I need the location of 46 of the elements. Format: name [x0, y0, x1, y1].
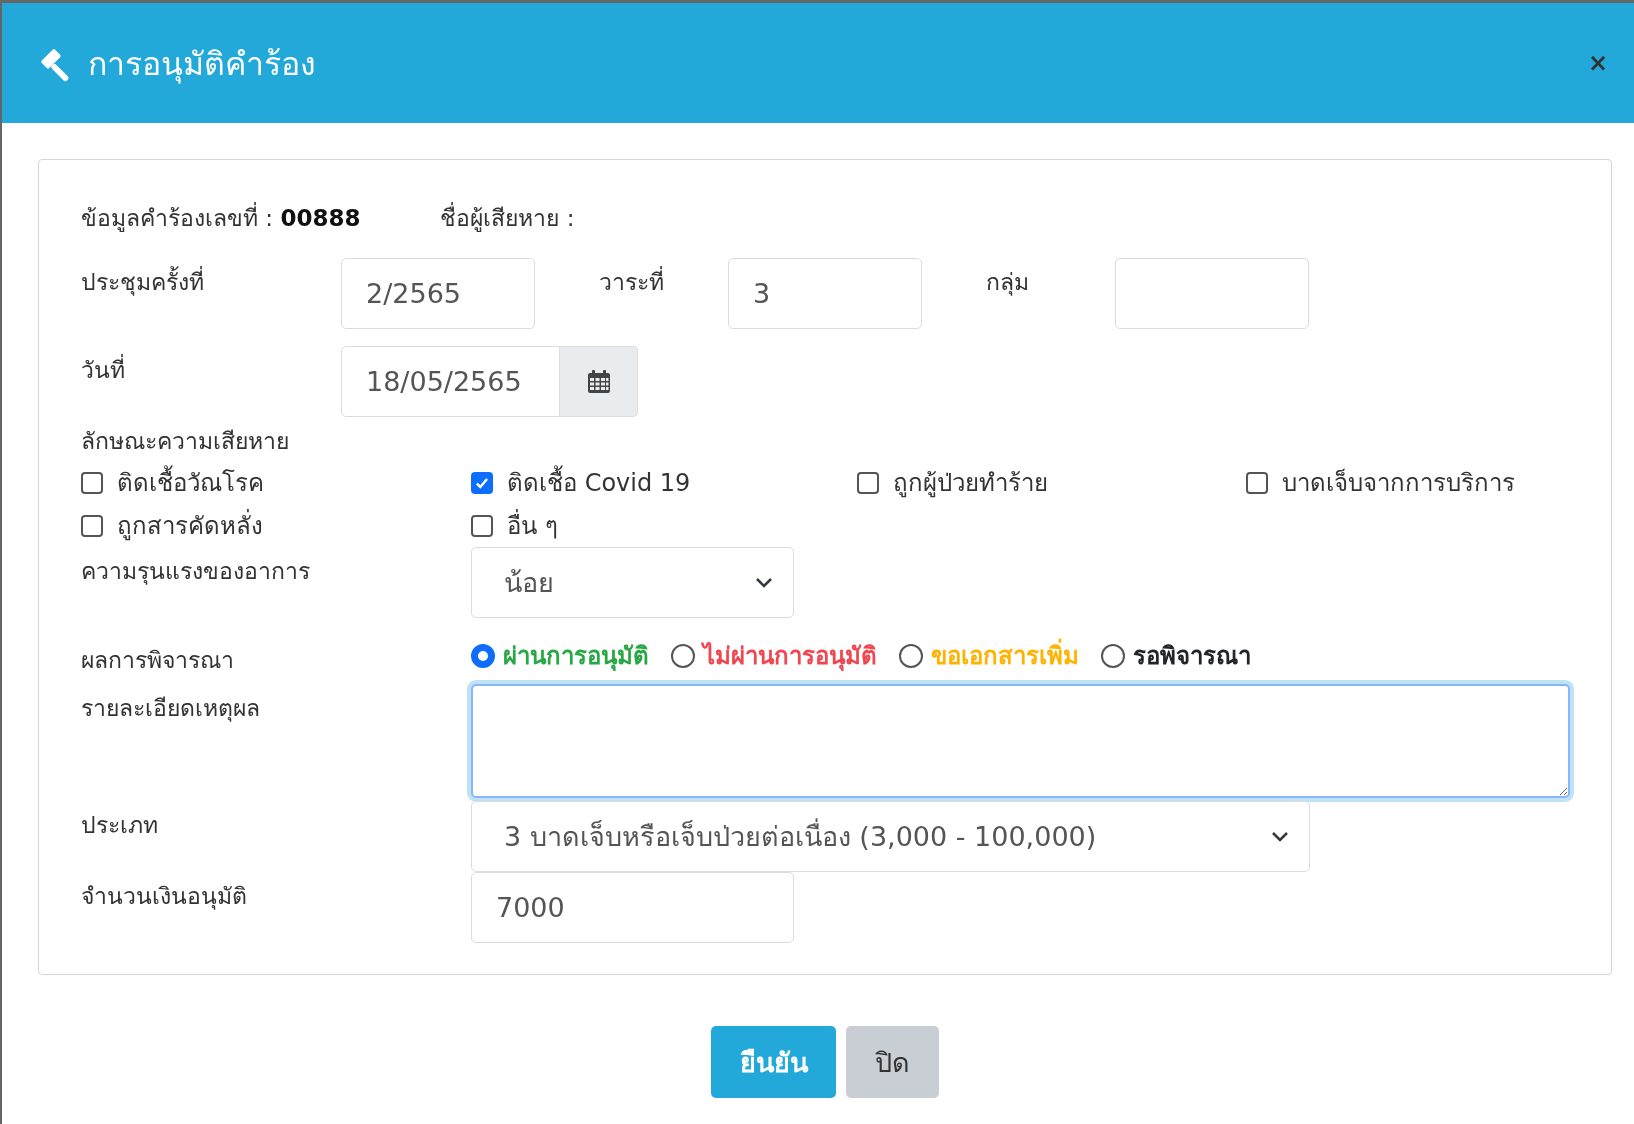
checkbox-label: ติดเชื้อวัณโรค: [117, 463, 264, 502]
field-label: ความรุนแรงของอาการ: [81, 557, 311, 587]
calendar-icon: [585, 368, 612, 395]
checkbox[interactable]: [471, 471, 493, 494]
request-label: ข้อมูลคำร้องเลขที่ : 00888: [81, 200, 361, 236]
date-field[interactable]: 18/05/2565: [341, 346, 560, 417]
radio-button[interactable]: [1101, 643, 1125, 668]
radio-button[interactable]: [671, 643, 695, 668]
field-label: ผลการพิจารณา: [81, 646, 235, 675]
checkbox-label: ติดเชื้อ Covid 19: [507, 463, 691, 502]
radio-button[interactable]: [471, 643, 495, 668]
close-button[interactable]: ×: [1583, 51, 1612, 75]
field-label: วันที่: [81, 346, 341, 388]
severity-select[interactable]: น้อย: [471, 547, 794, 618]
group-field[interactable]: [1115, 258, 1309, 329]
checkbox[interactable]: [857, 471, 879, 494]
radio-label: ผ่านการอนุมัติ: [503, 641, 649, 673]
field-label: จำนวนเงินอนุมัติ: [81, 882, 248, 912]
agenda-field[interactable]: 3: [728, 258, 922, 329]
amount-field[interactable]: 7000: [471, 872, 794, 943]
checkbox[interactable]: [471, 514, 493, 537]
dialog-title: การอนุมัติคำร้อง: [88, 43, 316, 86]
field-label: กลุ่ม: [985, 268, 1030, 298]
radio-label: รอพิจารณา: [1133, 641, 1251, 672]
checkbox-label: อื่น ๆ: [507, 506, 558, 545]
checkbox[interactable]: [81, 471, 103, 494]
field-label: วาระที่: [535, 258, 728, 300]
chevron-icon: [1271, 830, 1289, 843]
radio-button[interactable]: [899, 643, 923, 668]
radio-label: ขอเอกสารเพิ่ม: [931, 636, 1079, 675]
section-label: ลักษณะความเสียหาย: [81, 427, 290, 456]
field-label: ประชุมครั้งที่: [81, 258, 341, 300]
field-label: ประเภท: [81, 811, 159, 840]
calendar-button[interactable]: [560, 346, 638, 417]
radio-label: ไม่ผ่านการอนุมัติ: [703, 641, 877, 673]
checkbox-label: ถูกผู้ป่วยทำร้าย: [893, 468, 1048, 500]
chevron-icon: [755, 576, 773, 589]
victim-label: ชื่อผู้เสียหาย :: [440, 200, 575, 236]
checkbox[interactable]: [1246, 471, 1268, 494]
checkbox-label: ถูกสารคัดหลั่ง: [117, 506, 263, 545]
checkbox[interactable]: [81, 514, 103, 537]
field-label: รายละเอียดเหตุผล: [81, 694, 261, 724]
meeting-field[interactable]: 2/2565: [341, 258, 535, 329]
checkbox-label: บาดเจ็บจากการบริการ: [1282, 467, 1515, 499]
close-dialog-button[interactable]: ปิด: [846, 1026, 939, 1098]
type-select[interactable]: 3 บาดเจ็บหรือเจ็บป่วยต่อเนื่อง (3,000 - 100,000): [471, 801, 1310, 872]
